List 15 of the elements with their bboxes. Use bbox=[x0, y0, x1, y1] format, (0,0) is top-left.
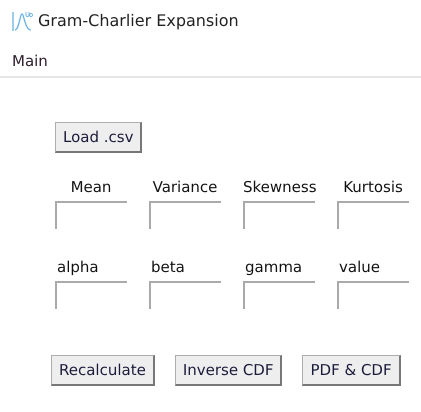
field-label: Skewness bbox=[243, 177, 315, 198]
action-button[interactable]: Inverse CDF bbox=[174, 355, 282, 386]
field-label: gamma bbox=[244, 257, 304, 278]
field-label: beta bbox=[150, 257, 186, 278]
bell-curve-icon bbox=[12, 10, 34, 32]
field-label: Kurtosis bbox=[342, 177, 404, 198]
field-label: alpha bbox=[56, 257, 100, 278]
window-title: Gram-Charlier Expansion bbox=[38, 10, 239, 32]
field-label: Variance bbox=[152, 177, 218, 198]
action-button[interactable]: PDF & CDF bbox=[302, 355, 401, 386]
action-button[interactable]: Recalculate bbox=[51, 355, 155, 386]
load-csv-button[interactable]: Load .csv bbox=[55, 122, 142, 154]
menu-item[interactable]: Main bbox=[12, 50, 48, 76]
field-label: value bbox=[338, 257, 381, 278]
field-label: Mean bbox=[70, 177, 112, 198]
